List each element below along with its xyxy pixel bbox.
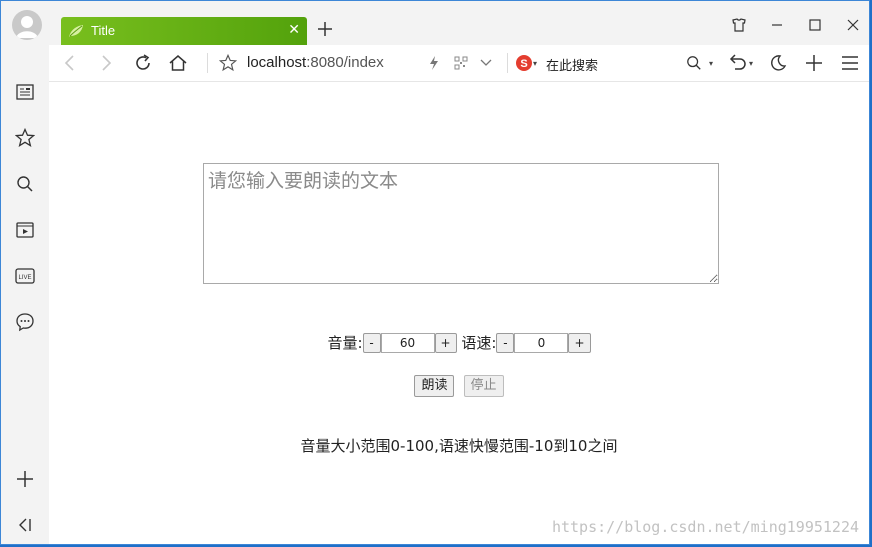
plus-icon[interactable] (803, 52, 825, 74)
action-buttons: 朗读 停止 (49, 374, 869, 397)
search-dropdown-icon[interactable]: ▾ (709, 59, 713, 68)
address-bar[interactable]: localhost:8080/index (247, 54, 384, 71)
browser-window: LIVE Title ✕ localhost:8080/index S ▾ 在此… (0, 0, 870, 545)
tab-title-text: Title (91, 23, 116, 38)
watermark: https://blog.csdn.net/ming19951224 (551, 518, 859, 536)
chevron-down-icon[interactable] (475, 52, 497, 74)
live-icon[interactable]: LIVE (13, 264, 37, 288)
menu-icon[interactable] (839, 52, 861, 74)
lightning-icon[interactable] (423, 52, 445, 74)
qrcode-icon[interactable] (450, 52, 472, 74)
toolbar: localhost:8080/index S ▾ 在此搜索 ▾ ▾ (49, 45, 869, 82)
tab-title[interactable]: Title ✕ (61, 17, 307, 45)
avatar[interactable] (12, 10, 42, 40)
svg-text:S: S (520, 58, 527, 70)
address-path: :8080/index (306, 54, 384, 71)
search-icon[interactable] (683, 52, 705, 74)
volume-label: 音量: (327, 334, 363, 352)
sogou-icon[interactable]: S (513, 52, 535, 74)
moon-icon[interactable] (767, 52, 789, 74)
volume-field[interactable]: 60 (380, 332, 435, 353)
sidebar: LIVE (1, 1, 50, 544)
leaf-icon (68, 23, 84, 42)
read-button[interactable]: 朗读 (414, 375, 455, 397)
close-icon[interactable] (841, 13, 865, 37)
tab-close-icon[interactable]: ✕ (288, 22, 300, 38)
tab-strip: Title ✕ (49, 1, 869, 45)
add-icon[interactable] (13, 467, 37, 491)
skin-icon[interactable] (727, 13, 751, 37)
video-icon[interactable] (13, 218, 37, 242)
reload-icon[interactable] (132, 52, 154, 74)
forward-icon[interactable] (95, 52, 117, 74)
volume-increase-button[interactable]: + (434, 332, 457, 353)
star-icon[interactable] (13, 126, 37, 150)
page-content: 音量:-60+ 语速:-0+ 朗读 停止 音量大小范围0-100,语速快慢范围-… (49, 82, 869, 544)
minimize-icon[interactable] (765, 13, 789, 37)
rate-increase-button[interactable]: + (568, 332, 591, 353)
speech-controls: 音量: -60 + 语速: -0 + (49, 332, 869, 353)
range-hint: 音量大小范围0-100,语速快慢范围-10到10之间 (300, 437, 618, 455)
search-icon[interactable] (13, 172, 37, 196)
maximize-icon[interactable] (803, 13, 827, 37)
undo-icon[interactable] (725, 52, 747, 74)
new-tab-icon[interactable] (315, 19, 335, 39)
back-icon[interactable] (59, 52, 81, 74)
volume-decrease-button[interactable]: - (362, 332, 381, 353)
bookmark-star-icon[interactable] (217, 52, 239, 74)
speech-text-input[interactable] (203, 163, 719, 284)
home-icon[interactable] (167, 52, 189, 74)
chat-icon[interactable] (13, 310, 37, 334)
rate-field[interactable]: 0 (514, 332, 569, 353)
rate-label: 语速: (461, 334, 497, 352)
address-host: localhost (247, 54, 307, 71)
news-icon[interactable] (13, 80, 37, 104)
search-box-label[interactable]: 在此搜索 (546, 55, 598, 74)
search-engine-dropdown-icon[interactable]: ▾ (533, 59, 537, 68)
undo-dropdown-icon[interactable]: ▾ (749, 59, 753, 68)
stop-button[interactable]: 停止 (463, 375, 504, 397)
collapse-icon[interactable] (13, 513, 37, 537)
rate-decrease-button[interactable]: - (496, 332, 515, 353)
svg-text:LIVE: LIVE (18, 275, 31, 281)
